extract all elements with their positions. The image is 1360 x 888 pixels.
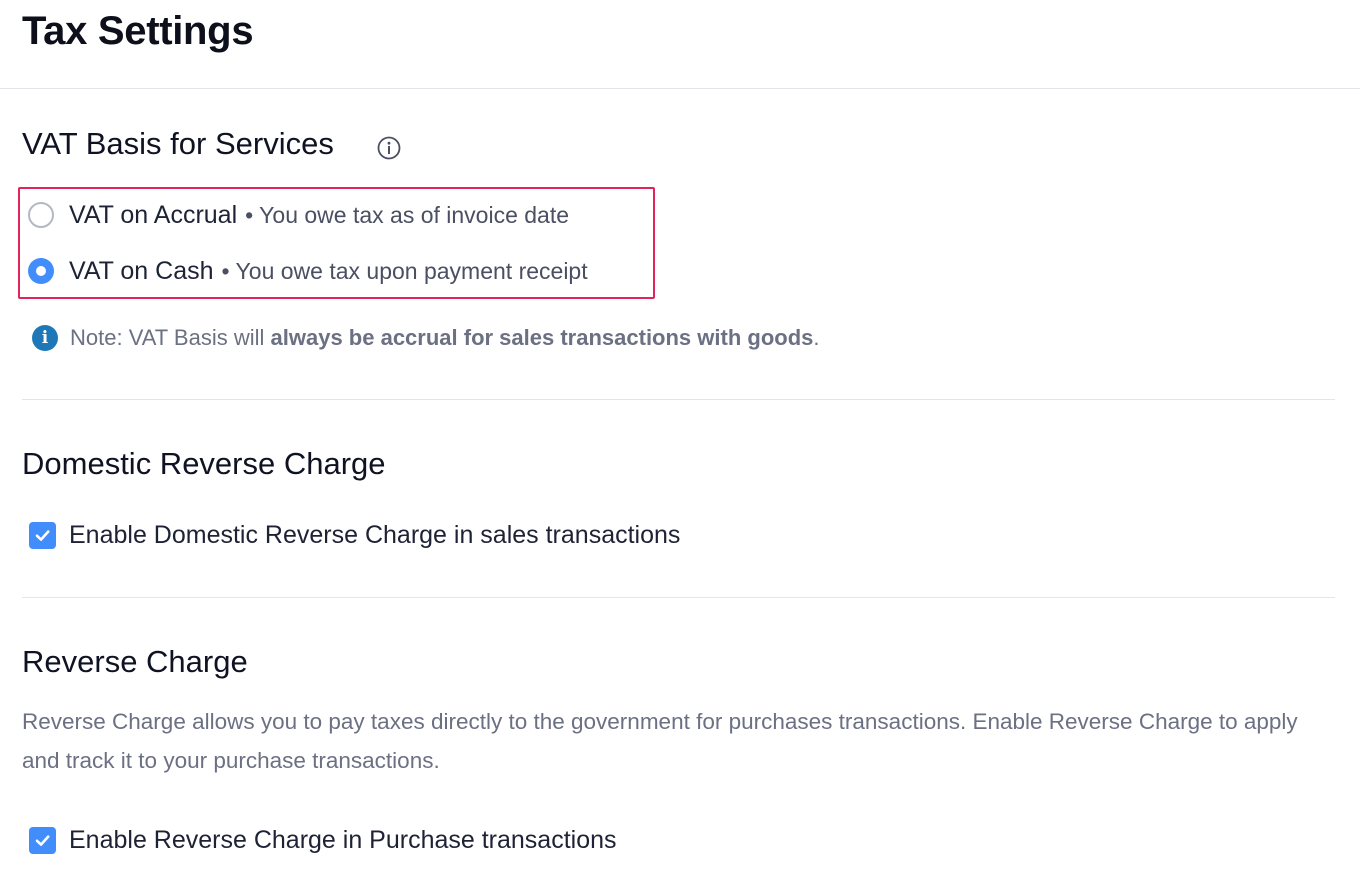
radio-cash-description: • You owe tax upon payment receipt	[221, 257, 588, 284]
note-emphasis: always be accrual for sales transactions…	[270, 325, 814, 350]
info-outline-icon[interactable]	[376, 135, 402, 161]
radio-option-vat-accrual[interactable]: VAT on Accrual • You owe tax as of invoi…	[28, 200, 569, 230]
reverse-charge-description: Reverse Charge allows you to pay taxes d…	[22, 709, 1298, 773]
info-filled-icon: i	[32, 325, 58, 351]
reverse-charge-heading: Reverse Charge	[22, 644, 248, 679]
section-divider	[22, 399, 1335, 400]
vat-basis-note: i Note: VAT Basis will always be accrual…	[32, 325, 820, 351]
reverse-charge-option[interactable]: Enable Reverse Charge in Purchase transa…	[29, 826, 617, 855]
checkmark-icon	[35, 530, 50, 541]
radio-accrual-label: VAT on Accrual	[69, 200, 238, 229]
domestic-reverse-charge-checkbox[interactable]	[29, 522, 56, 549]
radio-accrual[interactable]	[28, 202, 54, 228]
radio-cash[interactable]	[28, 258, 54, 284]
domestic-reverse-charge-label: Enable Domestic Reverse Charge in sales …	[69, 521, 681, 549]
note-suffix: .	[813, 325, 820, 350]
reverse-charge-checkbox[interactable]	[29, 827, 56, 854]
page-title: Tax Settings	[22, 9, 254, 53]
note-prefix: Note: VAT Basis will	[70, 325, 271, 350]
checkmark-icon	[35, 835, 50, 846]
reverse-charge-label: Enable Reverse Charge in Purchase transa…	[69, 826, 617, 854]
vat-basis-heading: VAT Basis for Services	[22, 126, 334, 161]
domestic-reverse-charge-heading: Domestic Reverse Charge	[22, 446, 386, 481]
radio-cash-label: VAT on Cash	[69, 256, 214, 285]
page-header: Tax Settings	[0, 0, 1360, 89]
radio-accrual-description: • You owe tax as of invoice date	[245, 201, 570, 228]
radio-option-vat-cash[interactable]: VAT on Cash • You owe tax upon payment r…	[28, 256, 588, 286]
domestic-reverse-charge-option[interactable]: Enable Domestic Reverse Charge in sales …	[29, 521, 680, 550]
section-divider	[22, 597, 1335, 598]
